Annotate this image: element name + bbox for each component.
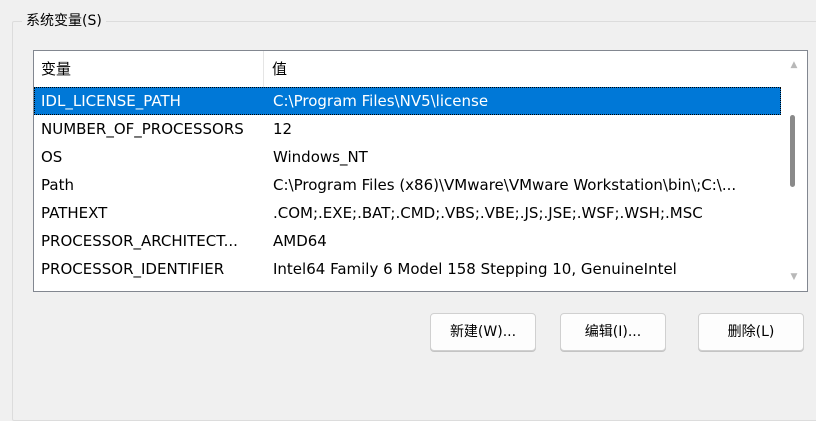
table-row[interactable]: PROCESSOR_ARCHITECT... AMD64 [34,227,781,255]
variable-value: C:\Program Files (x86)\VMware\VMware Wor… [273,176,737,194]
variable-value: AMD64 [273,232,327,250]
variable-value: .COM;.EXE;.BAT;.CMD;.VBS;.VBE;.JS;.JSE;.… [273,204,703,222]
delete-button[interactable]: 删除(L) [698,313,804,351]
variable-name: PROCESSOR_IDENTIFIER [41,260,225,278]
variable-name: PROCESSOR_ARCHITECT... [41,232,238,250]
scroll-down-arrow-icon[interactable]: ▼ [781,267,807,287]
variable-value: C:\Program Files\NV5\license [273,92,489,110]
variable-name: NUMBER_OF_PROCESSORS [41,120,244,138]
variable-name: IDL_LICENSE_PATH [41,92,181,110]
table-row[interactable]: Path C:\Program Files (x86)\VMware\VMwar… [34,171,781,199]
variable-name: OS [41,148,63,166]
list-rows: IDL_LICENSE_PATH C:\Program Files\NV5\li… [34,87,781,283]
table-row[interactable]: OS Windows_NT [34,143,781,171]
edit-button[interactable]: 编辑(I)... [560,313,666,351]
variable-value: 12 [273,120,293,138]
column-header-value[interactable]: 值 [264,51,781,87]
variable-name: PATHEXT [41,204,108,222]
column-header-variable[interactable]: 变量 [34,51,264,87]
table-row[interactable]: PATHEXT .COM;.EXE;.BAT;.CMD;.VBS;.VBE;.J… [34,199,781,227]
table-row[interactable]: NUMBER_OF_PROCESSORS 12 [34,115,781,143]
list-header: 变量 值 [34,51,781,88]
table-row[interactable]: PROCESSOR_IDENTIFIER Intel64 Family 6 Mo… [34,255,781,283]
new-button[interactable]: 新建(W)... [430,313,536,351]
table-row[interactable]: IDL_LICENSE_PATH C:\Program Files\NV5\li… [34,87,781,115]
variable-value: Intel64 Family 6 Model 158 Stepping 10, … [273,260,677,278]
variable-value: Windows_NT [273,148,368,166]
scrollbar-thumb[interactable] [790,115,795,187]
scroll-up-arrow-icon[interactable]: ▲ [781,55,807,75]
group-title: 系统变量(S) [22,12,106,30]
vertical-scrollbar[interactable]: ▲ ▼ [781,51,807,291]
variable-name: Path [41,176,74,194]
system-variables-list[interactable]: 变量 值 IDL_LICENSE_PATH C:\Program Files\N… [33,50,808,292]
